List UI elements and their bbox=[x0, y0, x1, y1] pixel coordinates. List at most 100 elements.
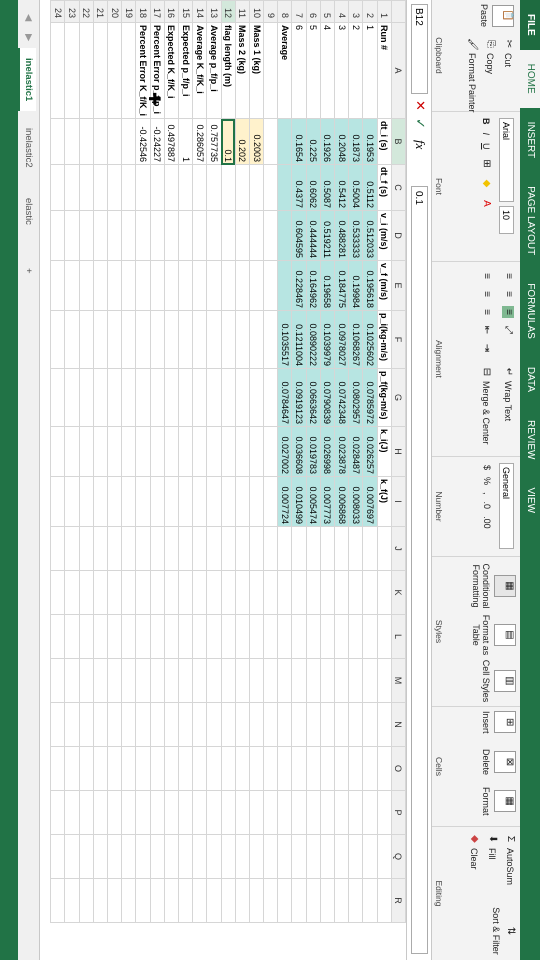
cell-p11[interactable] bbox=[235, 790, 250, 835]
cell-b17[interactable]: -0.24227 bbox=[150, 118, 165, 165]
cell-p2[interactable] bbox=[362, 790, 378, 835]
border-icon[interactable]: ⊞ bbox=[480, 158, 492, 170]
format-cells-button[interactable]: ▦ Format bbox=[481, 787, 516, 816]
cell-m20[interactable] bbox=[107, 658, 122, 703]
cell-g22[interactable] bbox=[79, 368, 94, 427]
cell-a2[interactable]: 1 bbox=[362, 22, 378, 119]
cell-f15[interactable] bbox=[178, 310, 193, 369]
cell-c2[interactable]: 0.5112 bbox=[362, 164, 378, 211]
cell-d3[interactable]: 0.533333 bbox=[348, 210, 363, 261]
column-header-e[interactable]: E bbox=[391, 260, 406, 311]
cell-g15[interactable] bbox=[178, 368, 193, 427]
cell-p8[interactable] bbox=[277, 790, 292, 835]
cell-o14[interactable] bbox=[192, 746, 207, 791]
italic-button[interactable]: I bbox=[481, 133, 491, 136]
cell-d1[interactable]: v_i (m/s) bbox=[377, 210, 392, 261]
cell-f23[interactable] bbox=[65, 310, 80, 369]
cell-a21[interactable] bbox=[93, 22, 108, 119]
cell-j5[interactable] bbox=[320, 526, 335, 571]
cell-j12[interactable] bbox=[221, 526, 236, 571]
cell-i5[interactable]: 0.007773 bbox=[320, 476, 335, 527]
cell-g5[interactable]: 0.0790839 bbox=[320, 368, 335, 427]
cell-h12[interactable] bbox=[221, 426, 236, 477]
row-header[interactable]: 22 bbox=[79, 0, 94, 23]
row-header[interactable]: 13 bbox=[206, 0, 222, 23]
cell-p23[interactable] bbox=[65, 790, 80, 835]
cell-e6[interactable]: 0.164962 bbox=[306, 260, 321, 311]
cell-f19[interactable] bbox=[121, 310, 136, 369]
cell-e19[interactable] bbox=[121, 260, 136, 311]
row-header[interactable]: 6 bbox=[306, 0, 321, 23]
font-color-icon[interactable]: A bbox=[480, 198, 492, 210]
cell-c1[interactable]: dt_f (s) bbox=[377, 164, 392, 211]
cell-g21[interactable] bbox=[93, 368, 108, 427]
cell-j3[interactable] bbox=[348, 526, 363, 571]
cell-m9[interactable] bbox=[263, 658, 278, 703]
cell-p21[interactable] bbox=[93, 790, 108, 835]
cell-b6[interactable]: 0.225 bbox=[306, 118, 321, 165]
cell-q5[interactable] bbox=[320, 834, 335, 879]
cell-k15[interactable] bbox=[178, 570, 193, 615]
align-bottom-icon[interactable]: ≡ bbox=[502, 306, 514, 318]
bold-button[interactable]: B bbox=[481, 118, 491, 125]
cell-l21[interactable] bbox=[93, 614, 108, 659]
cell-d10[interactable] bbox=[249, 210, 264, 261]
cell-o24[interactable] bbox=[50, 746, 65, 791]
cell-q3[interactable] bbox=[348, 834, 363, 879]
cell-p5[interactable] bbox=[320, 790, 335, 835]
cell-p1[interactable] bbox=[377, 790, 392, 835]
row-header[interactable]: 14 bbox=[192, 0, 207, 23]
cell-o4[interactable] bbox=[334, 746, 349, 791]
cell-c6[interactable]: 0.6062 bbox=[306, 164, 321, 211]
cell-o10[interactable] bbox=[249, 746, 264, 791]
cell-p16[interactable] bbox=[164, 790, 179, 835]
cell-f21[interactable] bbox=[93, 310, 108, 369]
cell-k6[interactable] bbox=[306, 570, 321, 615]
cell-f10[interactable] bbox=[249, 310, 264, 369]
cell-e24[interactable] bbox=[50, 260, 65, 311]
cell-e11[interactable] bbox=[235, 260, 250, 311]
cell-o7[interactable] bbox=[292, 746, 307, 791]
row-header[interactable]: 9 bbox=[263, 0, 278, 23]
cell-d18[interactable] bbox=[135, 210, 151, 261]
cell-d2[interactable]: 0.512033 bbox=[362, 210, 378, 261]
cell-n15[interactable] bbox=[178, 702, 193, 747]
cell-p19[interactable] bbox=[121, 790, 136, 835]
cell-l19[interactable] bbox=[121, 614, 136, 659]
wrap-text-button[interactable]: ↵ Wrap Text bbox=[502, 366, 514, 421]
cell-b22[interactable] bbox=[79, 118, 94, 165]
column-header-b[interactable]: B bbox=[391, 118, 406, 165]
cell-j4[interactable] bbox=[334, 526, 349, 571]
row-header[interactable]: 11 bbox=[235, 0, 250, 23]
cell-r15[interactable] bbox=[178, 878, 193, 923]
cell-j11[interactable] bbox=[235, 526, 250, 571]
cell-r7[interactable] bbox=[292, 878, 307, 923]
cell-a6[interactable]: 5 bbox=[306, 22, 321, 119]
cell-q20[interactable] bbox=[107, 834, 122, 879]
cell-o19[interactable] bbox=[121, 746, 136, 791]
format-as-table-button[interactable]: ▤ Format as Table bbox=[471, 613, 516, 657]
sheet-tab-elastic[interactable]: elastic bbox=[20, 188, 36, 235]
cell-f1[interactable]: p_i(kg-m/s) bbox=[377, 310, 392, 369]
cell-p18[interactable] bbox=[135, 790, 151, 835]
cell-r21[interactable] bbox=[93, 878, 108, 923]
cell-b16[interactable]: 0.497887 bbox=[164, 118, 179, 165]
cell-q6[interactable] bbox=[306, 834, 321, 879]
column-header-k[interactable]: K bbox=[391, 570, 406, 615]
cell-p20[interactable] bbox=[107, 790, 122, 835]
row-header[interactable]: 17 bbox=[150, 0, 165, 23]
cell-f11[interactable] bbox=[235, 310, 250, 369]
cell-r8[interactable] bbox=[277, 878, 292, 923]
cell-h22[interactable] bbox=[79, 426, 94, 477]
tab-data[interactable]: DATA bbox=[520, 353, 540, 406]
row-header[interactable]: 20 bbox=[107, 0, 122, 23]
cell-m12[interactable] bbox=[221, 658, 236, 703]
cell-k17[interactable] bbox=[150, 570, 165, 615]
cell-k4[interactable] bbox=[334, 570, 349, 615]
cell-n8[interactable] bbox=[277, 702, 292, 747]
cell-j1[interactable] bbox=[377, 526, 392, 571]
cell-j8[interactable] bbox=[277, 526, 292, 571]
cell-l2[interactable] bbox=[362, 614, 378, 659]
cell-e5[interactable]: 0.19658 bbox=[320, 260, 335, 311]
cell-r14[interactable] bbox=[192, 878, 207, 923]
